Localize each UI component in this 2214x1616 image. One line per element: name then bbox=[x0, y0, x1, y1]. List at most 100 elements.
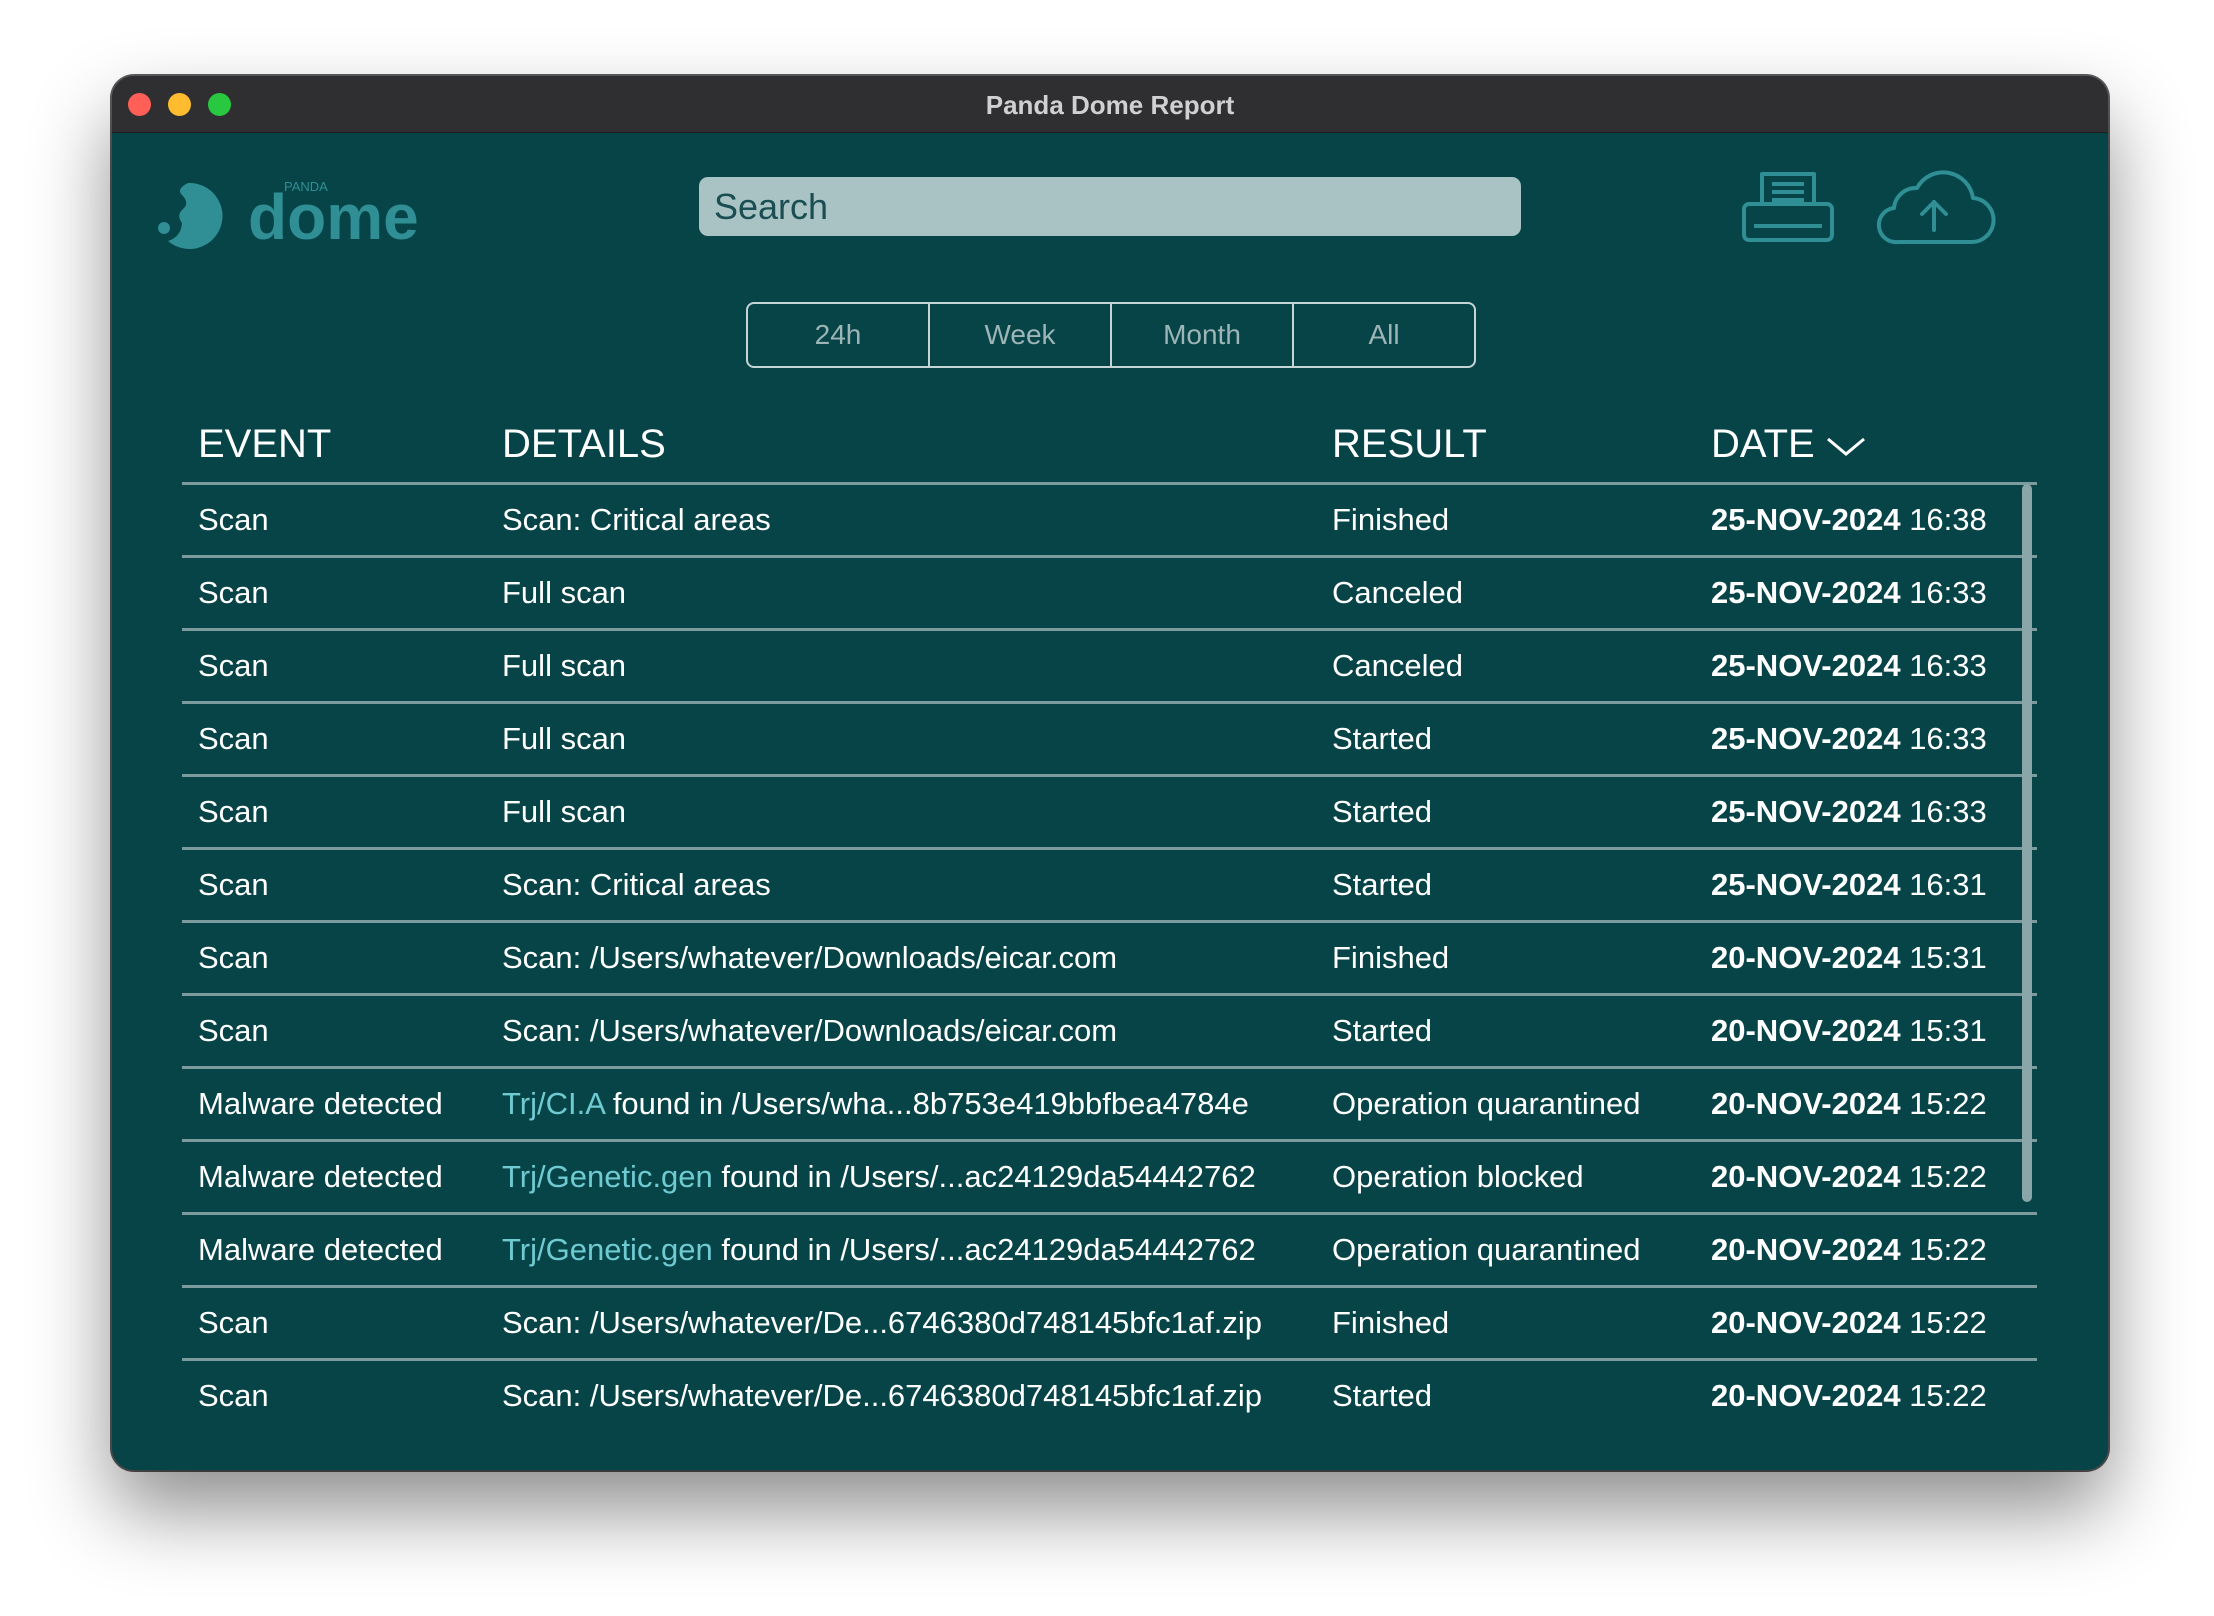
event-cell: Scan bbox=[198, 940, 269, 975]
result-cell: Started bbox=[1332, 1378, 1432, 1413]
result-cell: Started bbox=[1332, 794, 1432, 829]
date-cell: 25-NOV-2024 16:38 bbox=[1711, 485, 2011, 555]
date-value: 25-NOV-2024 bbox=[1711, 648, 1901, 683]
time-value: 15:22 bbox=[1909, 1232, 1987, 1267]
time-value: 16:33 bbox=[1909, 721, 1987, 756]
table-row[interactable]: Malware detected Trj/Genetic.gen found in… bbox=[182, 1142, 2037, 1215]
panda-dome-logo: PANDA dome bbox=[158, 179, 419, 253]
details-cell: Scan: /Users/whatever/Downloads/eicar.co… bbox=[502, 996, 1320, 1066]
details-cell: Scan: /Users/whatever/De...6746380d74814… bbox=[502, 1288, 1320, 1358]
table-row[interactable]: Scan Full scan Started 25-NOV-2024 16:33 bbox=[182, 777, 2037, 850]
result-cell: Started bbox=[1332, 867, 1432, 902]
date-cell: 20-NOV-2024 15:22 bbox=[1711, 1288, 2011, 1358]
result-cell: Canceled bbox=[1332, 575, 1463, 610]
title-bar: Panda Dome Report bbox=[112, 76, 2108, 133]
event-cell: Malware detected bbox=[198, 1086, 443, 1121]
table-row[interactable]: Scan Scan: Critical areas Finished 25-NOV-2… bbox=[182, 485, 2037, 558]
details-cell: Scan: /Users/whatever/De...6746380d74814… bbox=[502, 1361, 1320, 1431]
table-row[interactable]: Scan Scan: Critical areas Started 25-NOV-20… bbox=[182, 850, 2037, 923]
date-value: 20-NOV-2024 bbox=[1711, 1378, 1901, 1413]
time-value: 15:22 bbox=[1909, 1378, 1987, 1413]
column-header-date[interactable]: DATE bbox=[1711, 422, 1867, 467]
date-cell: 20-NOV-2024 15:22 bbox=[1711, 1215, 2011, 1285]
report-table: EVENT DETAILS RESULT DATE Scan Scan: Crit… bbox=[182, 416, 2037, 1431]
date-cell: 25-NOV-2024 16:33 bbox=[1711, 558, 2011, 628]
table-row[interactable]: Scan Full scan Canceled 25-NOV-2024 16:33 bbox=[182, 558, 2037, 631]
panda-logo-icon bbox=[158, 182, 223, 249]
cloud-upload-icon[interactable] bbox=[1872, 168, 1996, 248]
date-cell: 20-NOV-2024 15:31 bbox=[1711, 923, 2011, 993]
table-row[interactable]: Scan Scan: /Users/whatever/De...6746380d7… bbox=[182, 1288, 2037, 1361]
threat-name-link[interactable]: Trj/Genetic.gen bbox=[502, 1159, 713, 1194]
date-value: 20-NOV-2024 bbox=[1711, 1013, 1901, 1048]
threat-name-link[interactable]: Trj/CI.A bbox=[502, 1086, 604, 1121]
date-cell: 25-NOV-2024 16:33 bbox=[1711, 704, 2011, 774]
time-value: 15:22 bbox=[1909, 1305, 1987, 1340]
table-row[interactable]: Scan Scan: /Users/whatever/De...6746380d7… bbox=[182, 1361, 2037, 1431]
date-value: 25-NOV-2024 bbox=[1711, 502, 1901, 537]
details-cell: Full scan bbox=[502, 704, 1320, 774]
filter-month[interactable]: Month bbox=[1112, 304, 1294, 366]
scrollbar-thumb[interactable] bbox=[2022, 484, 2032, 1202]
result-cell: Started bbox=[1332, 721, 1432, 756]
details-text: Scan: /Users/whatever/De...6746380d74814… bbox=[502, 1305, 1262, 1340]
table-body: Scan Scan: Critical areas Finished 25-NOV-2… bbox=[182, 485, 2037, 1431]
date-cell: 20-NOV-2024 15:22 bbox=[1711, 1361, 2011, 1431]
time-value: 16:38 bbox=[1909, 502, 1987, 537]
date-value: 25-NOV-2024 bbox=[1711, 721, 1901, 756]
event-cell: Malware detected bbox=[198, 1159, 443, 1194]
details-text: Scan: /Users/whatever/De...6746380d74814… bbox=[502, 1378, 1262, 1413]
time-value: 15:31 bbox=[1909, 940, 1987, 975]
details-text: Scan: Critical areas bbox=[502, 867, 771, 902]
date-value: 20-NOV-2024 bbox=[1711, 1086, 1901, 1121]
result-cell: Started bbox=[1332, 1013, 1432, 1048]
table-row[interactable]: Scan Full scan Started 25-NOV-2024 16:33 bbox=[182, 704, 2037, 777]
threat-name-link[interactable]: Trj/Genetic.gen bbox=[502, 1232, 713, 1267]
details-text: Scan: /Users/whatever/Downloads/eicar.co… bbox=[502, 940, 1118, 975]
date-value: 20-NOV-2024 bbox=[1711, 1159, 1901, 1194]
details-cell: Trj/CI.A found in /Users/wha...8b753e419… bbox=[502, 1069, 1320, 1139]
event-cell: Scan bbox=[198, 721, 269, 756]
details-text: Full scan bbox=[502, 575, 627, 610]
time-value: 16:33 bbox=[1909, 648, 1987, 683]
details-text: found in /Users/wha...8b753e419bbfbea478… bbox=[604, 1086, 1249, 1121]
result-cell: Finished bbox=[1332, 502, 1450, 537]
printer-icon[interactable] bbox=[1740, 170, 1836, 246]
table-row[interactable]: Malware detected Trj/CI.A found in /Users… bbox=[182, 1069, 2037, 1142]
logo-wordmark: dome bbox=[248, 181, 419, 253]
details-text: found in /Users/...ac24129da54442762 bbox=[712, 1232, 1256, 1267]
details-cell: Trj/Genetic.gen found in /Users/...ac241… bbox=[502, 1142, 1320, 1212]
column-header-date-label: DATE bbox=[1711, 422, 1815, 466]
details-cell: Scan: Critical areas bbox=[502, 485, 1320, 555]
table-row[interactable]: Scan Full scan Canceled 25-NOV-2024 16:33 bbox=[182, 631, 2037, 704]
search-input[interactable] bbox=[699, 177, 1521, 236]
column-header-details[interactable]: DETAILS bbox=[502, 422, 666, 467]
details-cell: Trj/Genetic.gen found in /Users/...ac241… bbox=[502, 1215, 1320, 1285]
event-cell: Scan bbox=[198, 575, 269, 610]
date-value: 20-NOV-2024 bbox=[1711, 1305, 1901, 1340]
table-row[interactable]: Malware detected Trj/Genetic.gen found in… bbox=[182, 1215, 2037, 1288]
date-value: 20-NOV-2024 bbox=[1711, 940, 1901, 975]
date-cell: 20-NOV-2024 15:22 bbox=[1711, 1069, 2011, 1139]
column-header-result[interactable]: RESULT bbox=[1332, 422, 1487, 467]
chevron-down-icon bbox=[1826, 438, 1865, 457]
result-cell: Canceled bbox=[1332, 648, 1463, 683]
details-cell: Full scan bbox=[502, 631, 1320, 701]
column-header-event[interactable]: EVENT bbox=[198, 422, 331, 467]
table-row[interactable]: Scan Scan: /Users/whatever/Downloads/eica… bbox=[182, 996, 2037, 1069]
time-value: 16:33 bbox=[1909, 575, 1987, 610]
event-cell: Scan bbox=[198, 794, 269, 829]
date-value: 25-NOV-2024 bbox=[1711, 575, 1901, 610]
details-text: Full scan bbox=[502, 648, 627, 683]
filter-all[interactable]: All bbox=[1294, 304, 1474, 366]
date-value: 25-NOV-2024 bbox=[1711, 794, 1901, 829]
date-value: 25-NOV-2024 bbox=[1711, 867, 1901, 902]
filter-week[interactable]: Week bbox=[930, 304, 1112, 366]
time-filter: 24h Week Month All bbox=[746, 302, 1476, 368]
filter-24h[interactable]: 24h bbox=[748, 304, 930, 366]
details-text: Scan: /Users/whatever/Downloads/eicar.co… bbox=[502, 1013, 1118, 1048]
date-cell: 25-NOV-2024 16:33 bbox=[1711, 777, 2011, 847]
date-cell: 25-NOV-2024 16:31 bbox=[1711, 850, 2011, 920]
event-cell: Scan bbox=[198, 867, 269, 902]
table-row[interactable]: Scan Scan: /Users/whatever/Downloads/eica… bbox=[182, 923, 2037, 996]
